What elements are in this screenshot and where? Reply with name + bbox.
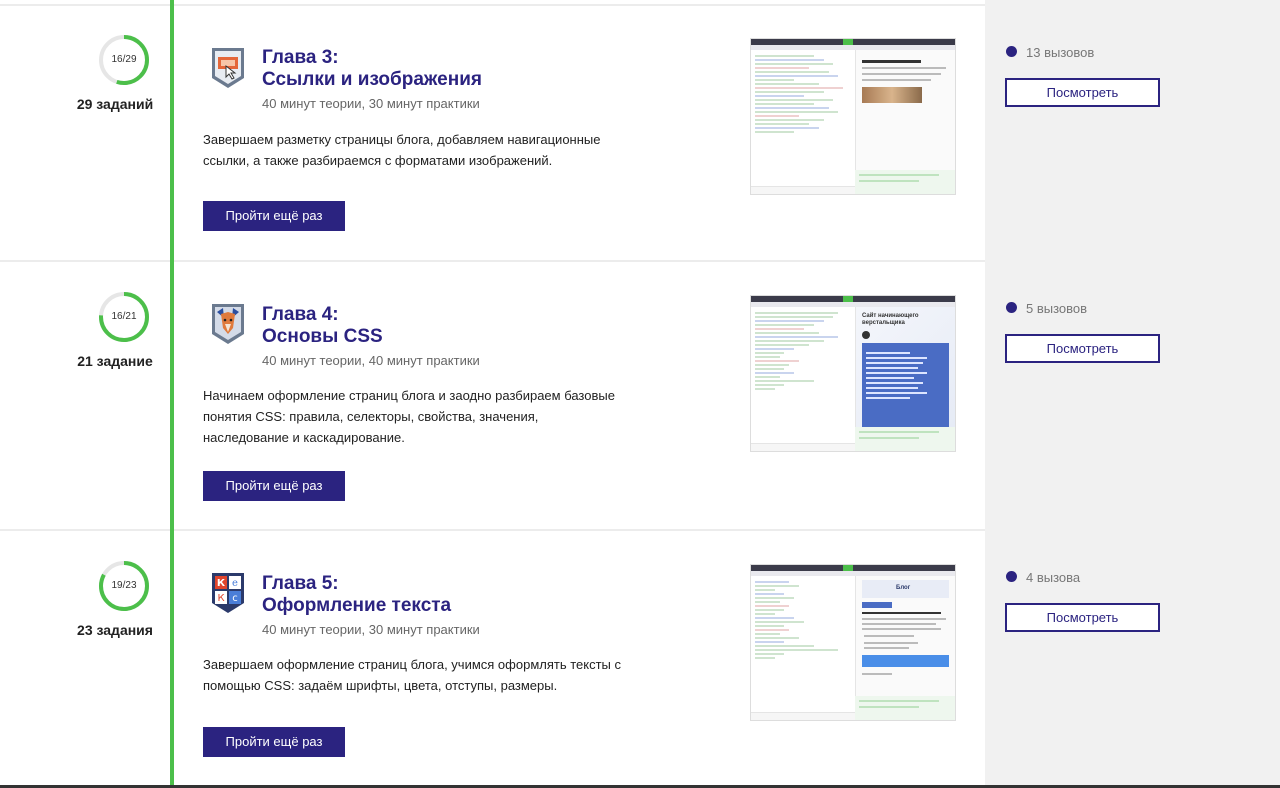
chapter-preview-screenshot[interactable] (750, 38, 956, 195)
letters-badge-icon: К е К с (212, 573, 244, 613)
chapter-progress-ring: 19/23 (98, 560, 150, 612)
chapter-name: Оформление текста (262, 595, 452, 616)
divider (0, 529, 985, 531)
retry-button[interactable]: Пройти ещё раз (203, 471, 345, 501)
chapter-duration: 40 минут теории, 30 минут практики (262, 96, 480, 111)
progress-label: 19/23 (111, 580, 137, 591)
page-preview: Сайт начинающего верстальщика (855, 307, 955, 429)
chapter-description: Завершаем разметку страницы блога, добав… (203, 132, 601, 168)
chapter-duration: 40 минут теории, 30 минут практики (262, 622, 480, 637)
page-preview (855, 50, 955, 170)
svg-text:с: с (232, 593, 238, 604)
code-editor-preview (755, 310, 853, 440)
divider (0, 260, 985, 262)
chapter-duration: 40 минут теории, 40 минут практики (262, 353, 480, 368)
challenges-count: 5 вызовов (1026, 301, 1088, 316)
challenges-count: 4 вызова (1026, 570, 1081, 585)
chapter-preview-screenshot[interactable]: Блог (750, 564, 956, 721)
chapter-progress-ring: 16/21 (98, 291, 150, 343)
tasks-count: 29 заданий (76, 96, 154, 112)
code-editor-preview (755, 53, 853, 183)
challenges-dot-icon (1006, 46, 1017, 57)
timeline-line (170, 0, 174, 788)
chapter-description: Завершаем оформление страниц блога, учим… (203, 657, 621, 693)
chapter-description: Начинаем оформление страниц блога и заод… (203, 388, 615, 445)
code-editor-preview (755, 579, 853, 709)
chapter-title[interactable]: Глава 3: Ссылки и изображения (262, 47, 482, 91)
view-challenges-button[interactable]: Посмотреть (1005, 603, 1160, 632)
svg-text:К: К (217, 578, 226, 589)
challenges-dot-icon (1006, 302, 1017, 313)
svg-text:К: К (217, 593, 224, 604)
chapter-name: Основы CSS (262, 326, 383, 347)
tasks-count: 21 задание (77, 353, 153, 369)
tasks-count: 23 задания (77, 622, 153, 638)
chapter-title[interactable]: Глава 5: Оформление текста (262, 573, 451, 617)
preview-heading: Сайт начинающего верстальщика (862, 313, 919, 326)
chapter-title[interactable]: Глава 4: Основы CSS (262, 304, 383, 348)
challenges-count: 13 вызовов (1026, 45, 1095, 60)
retry-button[interactable]: Пройти ещё раз (203, 201, 345, 231)
chapter-progress-ring: 16/29 (98, 34, 150, 86)
challenges-dot-icon (1006, 571, 1017, 582)
svg-text:е: е (232, 578, 238, 589)
fox-badge-icon (212, 304, 244, 344)
chapter-preview-screenshot[interactable]: Сайт начинающего верстальщика (750, 295, 956, 452)
preview-heading: Блог (896, 585, 911, 591)
chapter-number: Глава 4: (262, 304, 339, 325)
chapter-number: Глава 3: (262, 47, 339, 68)
divider (0, 4, 985, 6)
retry-button[interactable]: Пройти ещё раз (203, 727, 345, 757)
right-sidebar-background (985, 0, 1280, 788)
view-challenges-button[interactable]: Посмотреть (1005, 78, 1160, 107)
chapter-number: Глава 5: (262, 573, 339, 594)
chapter-name: Ссылки и изображения (262, 69, 482, 90)
image-link-badge-icon (212, 48, 244, 88)
page-preview: Блог (855, 576, 955, 696)
progress-label: 16/29 (111, 54, 137, 65)
progress-label: 16/21 (111, 311, 137, 322)
view-challenges-button[interactable]: Посмотреть (1005, 334, 1160, 363)
